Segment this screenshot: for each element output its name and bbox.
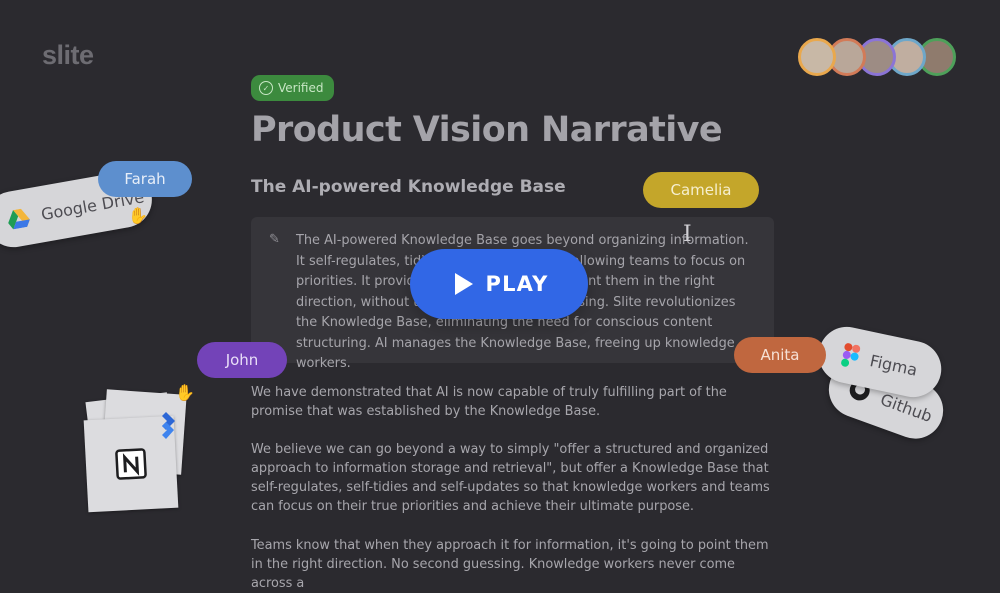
verified-badge[interactable]: ✓ Verified: [251, 75, 334, 101]
user-name: Anita: [760, 346, 800, 364]
verified-label: Verified: [278, 81, 324, 95]
grab-hand-icon: ✋: [128, 206, 148, 225]
slite-logo: slite: [42, 40, 94, 70]
user-tag-anita: Anita: [734, 337, 826, 373]
user-name: John: [225, 351, 259, 369]
notion-icon: [115, 448, 147, 480]
body-paragraph-1: We have demonstrated that AI is now capa…: [251, 385, 727, 419]
body-paragraph-2: We believe we can go beyond a way to sim…: [251, 442, 770, 514]
play-icon: [455, 273, 474, 295]
collaborator-avatars: [798, 38, 956, 76]
jira-icon: [162, 412, 175, 439]
user-tag-john: John: [197, 342, 287, 378]
user-name: Farah: [124, 170, 166, 188]
check-circle-icon: ✓: [259, 81, 273, 95]
play-button[interactable]: PLAY: [410, 249, 588, 319]
avatar[interactable]: [798, 38, 836, 76]
figma-label: Figma: [868, 350, 920, 380]
user-tag-camelia: Camelia: [643, 172, 759, 208]
text-cursor-icon: I: [683, 222, 692, 247]
user-name: Camelia: [670, 181, 732, 199]
figma-icon: [841, 343, 861, 367]
section-heading: The AI-powered Knowledge Base: [251, 177, 566, 197]
play-label: PLAY: [485, 272, 549, 296]
user-tag-farah: Farah: [98, 161, 192, 197]
google-drive-icon: [8, 208, 30, 229]
magic-wand-icon: ✎: [269, 232, 280, 247]
grab-hand-icon: ✋: [175, 383, 195, 402]
page-title: Product Vision Narrative: [251, 110, 723, 150]
body-paragraph-3: Teams know that when they approach it fo…: [251, 538, 769, 591]
